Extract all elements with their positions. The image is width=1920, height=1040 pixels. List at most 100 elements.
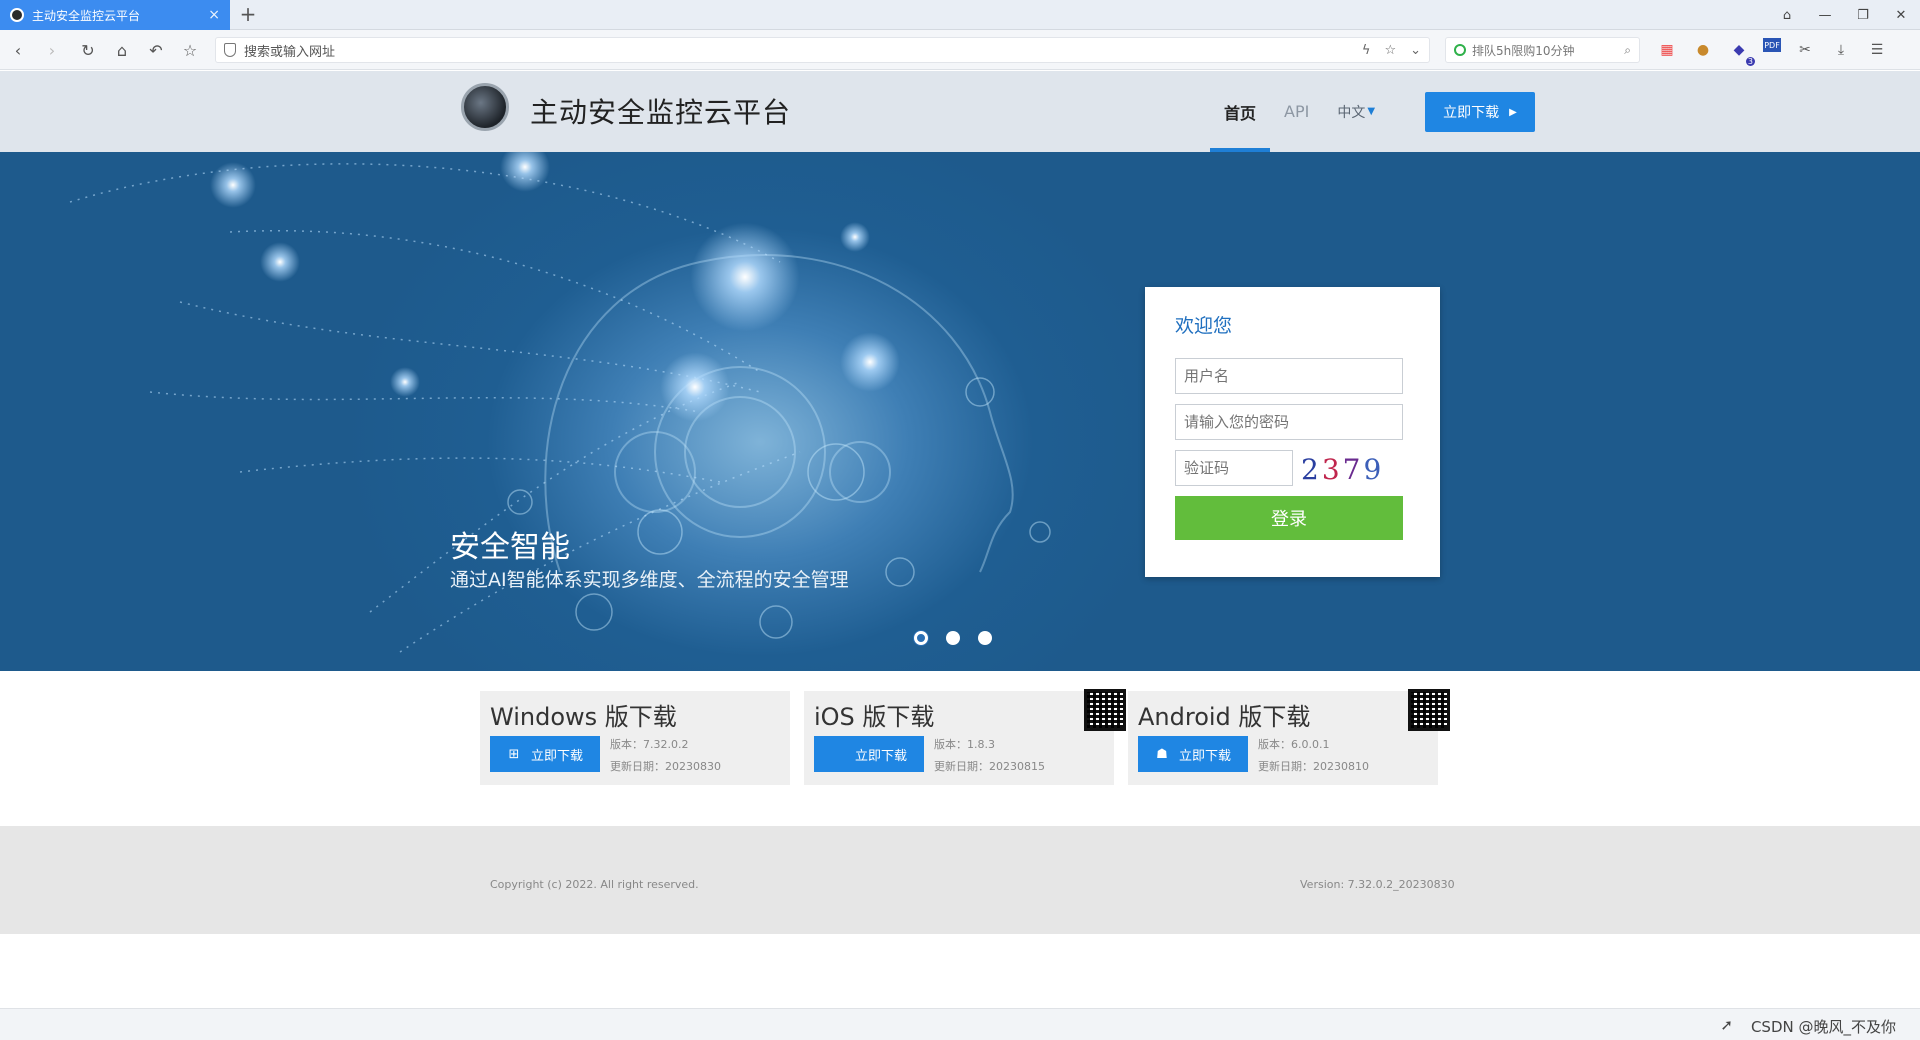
- back-icon[interactable]: ‹: [6, 38, 30, 62]
- language-label: 中文: [1337, 104, 1366, 121]
- download-card-title: iOS 版下载: [814, 703, 935, 731]
- menu-icon[interactable]: ☰: [1865, 38, 1889, 62]
- browser-search-box[interactable]: 排队5h限购10分钟 ⌕: [1445, 37, 1640, 63]
- carousel-dots: [914, 631, 992, 645]
- site-favicon-icon: [10, 8, 24, 22]
- download-card-android: Android 版下载 ☗ 立即下载 版本：6.0.0.1 更新日期：20230…: [1128, 689, 1450, 785]
- security-shield-icon: [224, 43, 236, 57]
- download-date: 更新日期：20230815: [934, 760, 1045, 773]
- download-version: 版本：1.8.3: [934, 738, 995, 751]
- lightning-icon[interactable]: ϟ: [1362, 43, 1371, 58]
- network-lines-graphic: [69, 163, 1051, 653]
- captcha-char: 3: [1321, 452, 1343, 486]
- download-date: 更新日期：20230830: [610, 760, 721, 773]
- close-window-button[interactable]: ✕: [1882, 0, 1920, 30]
- login-button[interactable]: 登录: [1175, 496, 1403, 540]
- bookmark-star-icon[interactable]: ☆: [1384, 43, 1396, 58]
- header-download-button[interactable]: 立即下载 ▶: [1425, 92, 1535, 132]
- gear-ring: [829, 441, 891, 503]
- extension-bar: ▦ ● ◆ 3 PDF ✂ ⤓ ☰: [1655, 38, 1889, 66]
- browser-tab-active[interactable]: 主动安全监控云平台 ×: [0, 0, 230, 30]
- carousel-dot-1[interactable]: [914, 631, 928, 645]
- android-icon: ☗: [1156, 746, 1168, 762]
- nav-item-home[interactable]: 首页: [1210, 71, 1271, 152]
- apple-icon: [831, 747, 845, 761]
- browser-statusbar: ➚ CSDN @晚风_不及你: [0, 1008, 1920, 1040]
- download-card-title: Windows 版下载: [490, 703, 677, 731]
- light-glow: [390, 367, 420, 397]
- download-card-windows: Windows 版下载 ⊞ 立即下载 版本：7.32.0.2 更新日期：2023…: [480, 691, 790, 785]
- tab-title: 主动安全监控云平台: [32, 8, 141, 23]
- nav-item-api[interactable]: API: [1270, 71, 1323, 152]
- user-node: [1029, 521, 1051, 543]
- forward-icon[interactable]: ›: [40, 38, 64, 62]
- undo-close-icon[interactable]: ↶: [144, 38, 168, 62]
- captcha-char: 7: [1342, 452, 1364, 486]
- graduation-cap-icon[interactable]: ◆ 3: [1727, 38, 1755, 66]
- ios-download-button[interactable]: 立即下载: [814, 736, 924, 772]
- favorite-star-icon[interactable]: ☆: [178, 38, 202, 62]
- banner-title: 安全智能: [450, 530, 570, 565]
- new-tab-button[interactable]: +: [236, 3, 260, 27]
- android-download-button[interactable]: ☗ 立即下载: [1138, 736, 1248, 772]
- site-logo-icon[interactable]: [461, 83, 509, 131]
- user-node: [575, 593, 613, 631]
- statusbar-right: ➚ CSDN @晚风_不及你: [1720, 1016, 1896, 1037]
- download-version: 版本：7.32.0.2: [610, 738, 689, 751]
- light-glow: [690, 222, 800, 332]
- light-glow: [840, 222, 870, 252]
- password-input[interactable]: [1175, 404, 1403, 440]
- cookie-icon[interactable]: ●: [1691, 38, 1715, 62]
- minimize-button[interactable]: —: [1806, 0, 1844, 30]
- captcha-char: 9: [1363, 452, 1385, 486]
- captcha-image[interactable]: 2379: [1301, 453, 1384, 486]
- site-title: 主动安全监控云平台: [530, 96, 792, 129]
- scissors-icon[interactable]: ✂: [1793, 38, 1817, 62]
- windows-download-button[interactable]: ⊞ 立即下载: [490, 736, 600, 772]
- light-glow: [840, 332, 900, 392]
- tab-close-icon[interactable]: ×: [208, 7, 220, 23]
- download-button-label: 立即下载: [1178, 748, 1231, 764]
- language-selector[interactable]: 中文 ▼: [1323, 71, 1389, 152]
- caret-right-icon: ▶: [1509, 106, 1517, 118]
- light-glow: [660, 352, 730, 422]
- reload-icon[interactable]: ↻: [76, 38, 100, 62]
- restore-button[interactable]: ❐: [1844, 0, 1882, 30]
- banner-subtitle: 通过AI智能体系实现多维度、全流程的安全管理: [450, 569, 849, 591]
- search-engine-icon: [1454, 44, 1466, 56]
- address-input[interactable]: 搜索或输入网址: [244, 41, 1348, 60]
- light-glow: [260, 242, 300, 282]
- user-node: [759, 605, 793, 639]
- username-input[interactable]: [1175, 358, 1403, 394]
- address-bar[interactable]: 搜索或输入网址 ϟ ☆ ⌄: [215, 37, 1430, 63]
- apps-grid-icon[interactable]: ▦: [1655, 38, 1679, 62]
- carousel-dot-3[interactable]: [978, 631, 992, 645]
- carousel-dot-2[interactable]: [946, 631, 960, 645]
- captcha-input[interactable]: [1175, 450, 1293, 486]
- hero-banner: 安全智能 通过AI智能体系实现多维度、全流程的安全管理 欢迎您 2379 登录: [0, 152, 1920, 671]
- version-text: Version: 7.32.0.2_20230830: [1300, 878, 1455, 891]
- home-icon[interactable]: ⌂: [110, 38, 134, 62]
- chevron-down-icon[interactable]: ⌄: [1410, 43, 1421, 58]
- extension-badge: 3: [1745, 57, 1755, 66]
- site-header: 主动安全监控云平台 首页 API 中文 ▼ 立即下载 ▶: [0, 71, 1920, 152]
- shirt-skin-icon[interactable]: ⌂: [1768, 0, 1806, 30]
- site-nav: 首页 API 中文 ▼: [1210, 71, 1389, 152]
- user-node: [885, 557, 915, 587]
- download-card-title: Android 版下载: [1138, 703, 1311, 731]
- search-box-text[interactable]: 排队5h限购10分钟: [1472, 42, 1624, 59]
- search-icon[interactable]: ⌕: [1624, 43, 1631, 58]
- download-date: 更新日期：20230810: [1258, 760, 1369, 773]
- rocket-icon[interactable]: ➚: [1720, 1016, 1733, 1037]
- login-panel: 欢迎您 2379 登录: [1145, 287, 1440, 577]
- window-controls: ⌂ — ❐ ✕: [1768, 0, 1920, 30]
- windows-icon: ⊞: [508, 746, 520, 762]
- network-curve: [69, 163, 781, 263]
- csdn-watermark: CSDN @晚风_不及你: [1750, 1018, 1896, 1036]
- pdf-icon[interactable]: PDF: [1763, 38, 1781, 52]
- user-node: [507, 489, 533, 515]
- user-node: [637, 509, 683, 555]
- download-icon[interactable]: ⤓: [1829, 38, 1853, 62]
- network-curve: [149, 391, 701, 413]
- captcha-row: 2379: [1175, 450, 1410, 496]
